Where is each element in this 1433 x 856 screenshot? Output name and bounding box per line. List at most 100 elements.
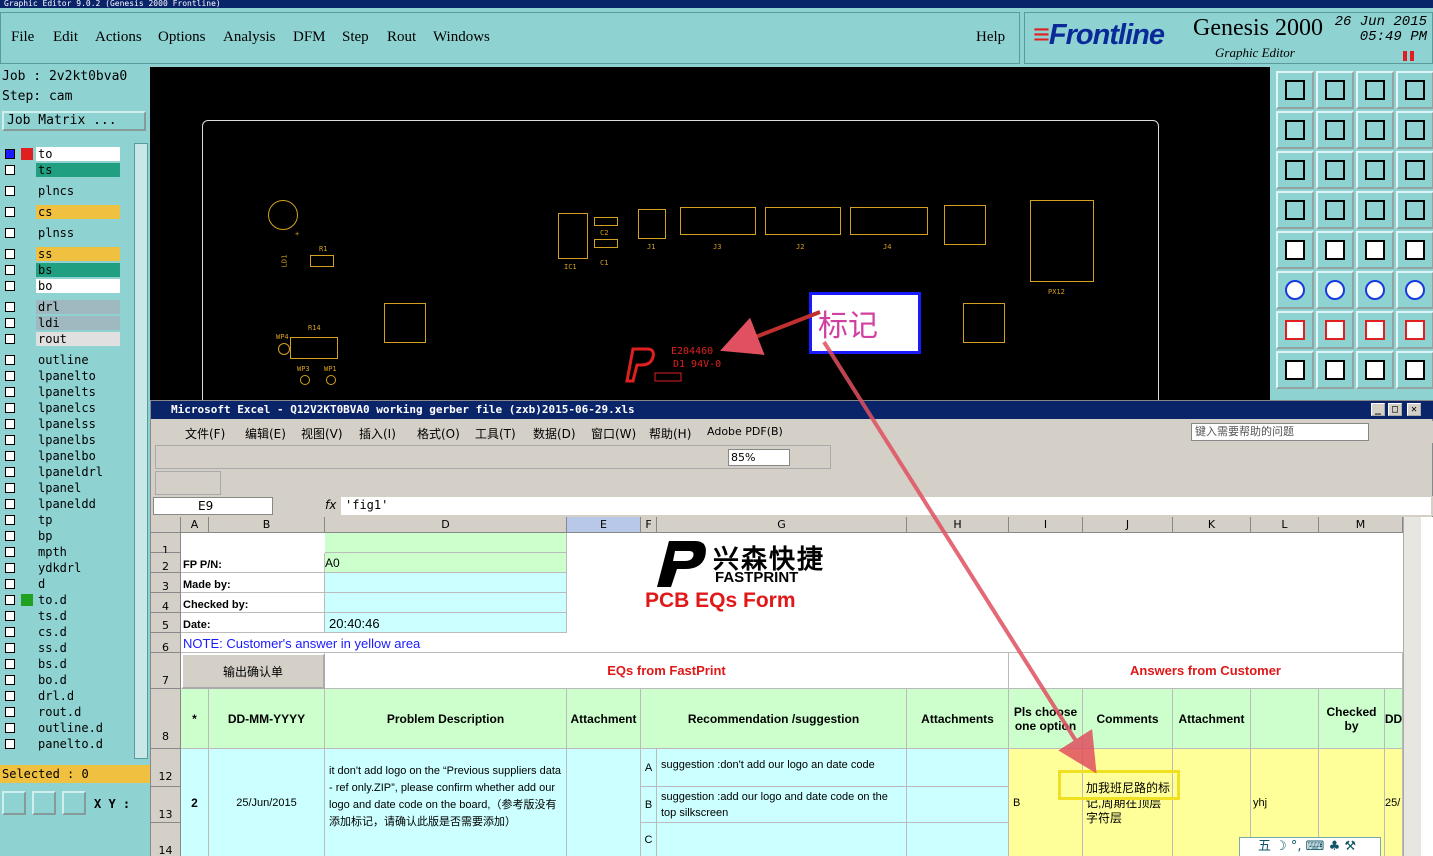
layer-name[interactable]: drl.d xyxy=(36,689,120,703)
layer-checkbox[interactable] xyxy=(5,403,15,413)
layer-row[interactable]: ss.d xyxy=(2,641,120,655)
made-by-value[interactable] xyxy=(325,573,567,593)
layer-color-swatch[interactable] xyxy=(21,354,33,366)
answer-choice[interactable]: B xyxy=(1009,749,1083,856)
layer-checkbox[interactable] xyxy=(5,531,15,541)
layer-name[interactable]: rout.d xyxy=(36,705,120,719)
layer-name[interactable]: cs.d xyxy=(36,625,120,639)
row-header[interactable]: 4 xyxy=(151,593,181,613)
layer-name[interactable]: bo.d xyxy=(36,673,120,687)
option-c[interactable]: C xyxy=(641,823,657,856)
layer-checkbox[interactable] xyxy=(5,419,15,429)
layer-checkbox[interactable] xyxy=(5,165,15,175)
edit-icon[interactable] xyxy=(1316,231,1354,269)
panel-icon[interactable] xyxy=(1396,71,1433,109)
menu-file[interactable]: File xyxy=(11,29,34,46)
menu-windows[interactable]: Windows xyxy=(433,29,490,46)
grid-icon[interactable] xyxy=(62,791,86,815)
suggestion-c[interactable] xyxy=(657,823,907,856)
fp-pn-value[interactable]: A0 xyxy=(325,553,567,573)
layer-row[interactable]: plnss xyxy=(2,226,120,240)
row-header[interactable]: 5 xyxy=(151,613,181,633)
zoom-window-icon[interactable] xyxy=(2,791,26,815)
layer-color-swatch[interactable] xyxy=(21,690,33,702)
col-header[interactable]: D xyxy=(325,517,567,533)
maximize-button[interactable]: □ xyxy=(1388,403,1402,416)
layer-checkbox[interactable] xyxy=(5,207,15,217)
layer-name[interactable]: ldi xyxy=(36,316,120,330)
xl-menu-view[interactable]: 视图(V) xyxy=(301,425,343,442)
layer-color-swatch[interactable] xyxy=(21,418,33,430)
menu-rout[interactable]: Rout xyxy=(387,29,416,46)
menu-actions[interactable]: Actions xyxy=(95,29,142,46)
layer-name[interactable]: rout xyxy=(36,332,120,346)
layer-row[interactable]: ts xyxy=(2,163,120,177)
layer-row[interactable]: lpaneldrl xyxy=(2,465,120,479)
nudge-icon[interactable] xyxy=(1276,351,1314,389)
move-icon[interactable] xyxy=(1276,271,1314,309)
layer-checkbox[interactable] xyxy=(5,627,15,637)
row-header[interactable]: 12 xyxy=(151,749,181,787)
layer-color-swatch[interactable] xyxy=(21,370,33,382)
layer-checkbox[interactable] xyxy=(5,739,15,749)
layer-checkbox[interactable] xyxy=(5,675,15,685)
layer-name[interactable]: lpaneldrl xyxy=(36,465,120,479)
layer-name[interactable]: lpanelto xyxy=(36,369,120,383)
xl-menu-data[interactable]: 数据(D) xyxy=(533,425,576,442)
xl-menu-format[interactable]: 格式(O) xyxy=(417,425,460,442)
formula-input[interactable]: 'fig1' xyxy=(341,497,1431,515)
menu-options[interactable]: Options xyxy=(158,29,206,46)
option-a[interactable]: A xyxy=(641,749,657,787)
ime-toolbar[interactable]: 五 ☽ °, ⌨ ♣ ⚒ xyxy=(1239,837,1381,856)
layer-checkbox[interactable] xyxy=(5,281,15,291)
route-icon[interactable] xyxy=(1396,271,1433,309)
layer-checkbox[interactable] xyxy=(5,265,15,275)
open-job-icon[interactable] xyxy=(1276,71,1314,109)
pan-icon[interactable] xyxy=(1316,151,1354,189)
col-header[interactable]: I xyxy=(1009,517,1083,533)
layer-checkbox[interactable] xyxy=(5,371,15,381)
layer-color-swatch[interactable] xyxy=(21,738,33,750)
layer-color-swatch[interactable] xyxy=(21,148,33,160)
xl-menu-file[interactable]: 文件(F) xyxy=(185,425,225,442)
layer-checkbox[interactable] xyxy=(5,595,15,605)
spreadsheet-grid[interactable]: A B D E F G H I J K L M 1 2 3 4 5 6 7 8 … xyxy=(151,517,1433,856)
xl-menu-help[interactable]: 帮助(H) xyxy=(649,425,691,442)
layer-color-swatch[interactable] xyxy=(21,317,33,329)
layer-name[interactable]: tp xyxy=(36,513,120,527)
layer-scrollbar[interactable] xyxy=(134,143,148,759)
fx-icon[interactable]: fx xyxy=(325,498,336,512)
layer-name[interactable]: d xyxy=(36,577,120,591)
line-icon[interactable] xyxy=(1276,311,1314,349)
layer-checkbox[interactable] xyxy=(5,186,15,196)
layer-color-swatch[interactable] xyxy=(21,185,33,197)
layer-name[interactable]: drl xyxy=(36,300,120,314)
scale-icon[interactable] xyxy=(1356,151,1394,189)
vertical-scrollbar[interactable] xyxy=(1403,517,1421,856)
layer-checkbox[interactable] xyxy=(5,547,15,557)
col-header[interactable]: F xyxy=(641,517,657,533)
layer-color-swatch[interactable] xyxy=(21,626,33,638)
save-icon[interactable] xyxy=(1316,71,1354,109)
mirror-icon[interactable] xyxy=(1396,311,1433,349)
attachments-b[interactable] xyxy=(907,787,1009,823)
layer-name[interactable]: lpanelbo xyxy=(36,449,120,463)
layer-name[interactable]: ts.d xyxy=(36,609,120,623)
layer-row[interactable]: bs xyxy=(2,263,120,277)
layer-color-swatch[interactable] xyxy=(21,546,33,558)
layer-name[interactable]: to xyxy=(36,147,120,161)
job-matrix-button[interactable]: Job Matrix ... xyxy=(2,111,146,131)
layer-name[interactable]: lpanel xyxy=(36,481,120,495)
col-header[interactable]: J xyxy=(1083,517,1173,533)
eq-number[interactable]: 2 xyxy=(181,749,209,856)
layer-row[interactable]: to xyxy=(2,147,120,161)
layers-right-icon[interactable] xyxy=(1396,191,1433,229)
col-header[interactable]: G xyxy=(657,517,907,533)
layer-color-swatch[interactable] xyxy=(21,642,33,654)
layer-row[interactable]: d xyxy=(2,577,120,591)
layer-row[interactable]: lpanelss xyxy=(2,417,120,431)
option-b[interactable]: B xyxy=(641,787,657,823)
layer-row[interactable]: lpaneldd xyxy=(2,497,120,511)
layer-name[interactable]: ss xyxy=(36,247,120,261)
xl-menu-insert[interactable]: 插入(I) xyxy=(359,425,396,442)
